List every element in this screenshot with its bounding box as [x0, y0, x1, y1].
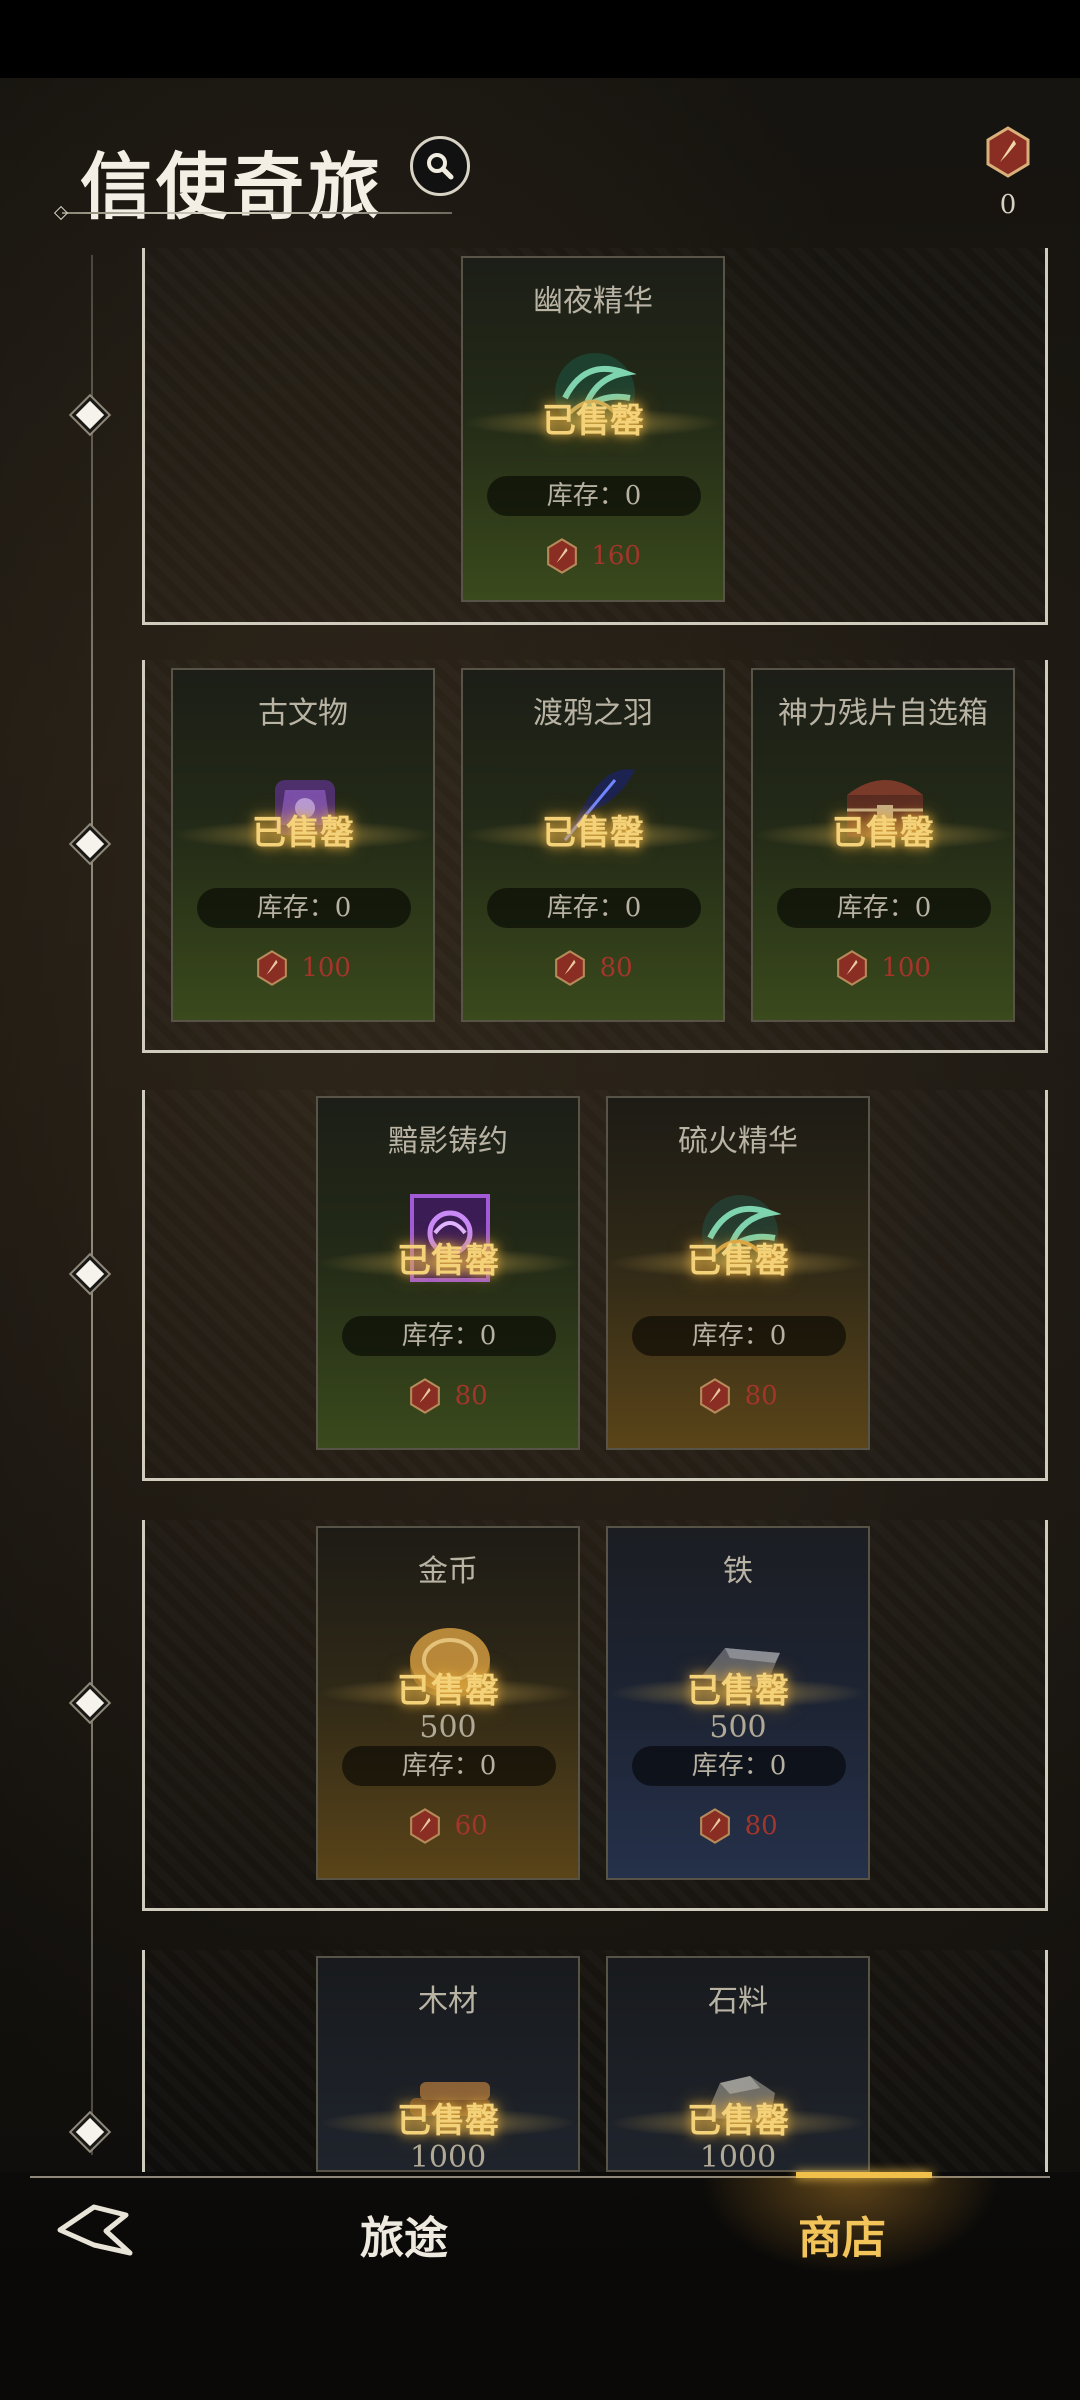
feather-token-icon: [257, 950, 287, 986]
back-button[interactable]: [54, 2195, 144, 2265]
price-value: 100: [301, 953, 351, 983]
item-amount: 1000: [699, 2140, 777, 2172]
price-value: 80: [599, 953, 633, 983]
currency-count: 0: [999, 190, 1017, 220]
item-price: 100: [173, 950, 433, 986]
item-name: 渡鸦之羽: [533, 696, 653, 731]
stock-label: 库存：0: [342, 1746, 556, 1786]
shop-tier-1: 幽夜精华 已售罄 库存：0 160: [142, 248, 1048, 625]
search-button[interactable]: [410, 136, 470, 196]
sold-out-label: 已售罄: [687, 2101, 789, 2141]
stock-label: 库存：0: [632, 1316, 846, 1356]
feather-token-icon: [837, 950, 867, 986]
feather-token-icon: [410, 1808, 441, 1844]
item-name: 神力残片自选箱: [778, 696, 988, 731]
stock-label: 库存：0: [777, 888, 991, 928]
sold-out-label: 已售罄: [542, 813, 644, 853]
item-name: 黯影铸约: [388, 1124, 508, 1159]
item-price: 80: [608, 1378, 868, 1414]
status-bar: [0, 0, 1080, 78]
feather-token-icon: [547, 538, 577, 574]
currency-display[interactable]: 0: [980, 126, 1036, 220]
price-value: 80: [454, 1381, 488, 1411]
tab-journey[interactable]: 旅途: [360, 2202, 448, 2266]
header: 信使奇旅 0: [0, 78, 1080, 248]
stock-label: 库存：0: [342, 1316, 556, 1356]
price-value: 80: [744, 1811, 778, 1841]
item-name: 木材: [418, 1984, 478, 2019]
item-name: 古文物: [258, 696, 348, 731]
feather-token-icon: [986, 126, 1030, 178]
shop-item-card[interactable]: 黯影铸约 已售罄 库存：0 80: [316, 1096, 580, 1450]
price-value: 80: [744, 1381, 778, 1411]
item-amount: 500: [709, 1710, 767, 1745]
item-price: 160: [463, 538, 723, 574]
item-name: 硫火精华: [678, 1124, 798, 1159]
feather-token-icon: [700, 1808, 731, 1844]
title-underline: [62, 212, 452, 214]
item-price: 80: [318, 1378, 578, 1414]
shop-item-card[interactable]: 金币 已售罄 500 库存：0 60: [316, 1526, 580, 1880]
item-price: 80: [463, 950, 723, 986]
active-tab-indicator: [796, 2172, 932, 2178]
item-name: 幽夜精华: [533, 284, 653, 319]
shop-tier-4: 金币 已售罄 500 库存：0 60 铁 已售罄 500 库存：0 80: [142, 1520, 1048, 1911]
sold-out-label: 已售罄: [397, 1241, 499, 1281]
item-price: 100: [753, 950, 1013, 986]
shop-item-card[interactable]: 幽夜精华 已售罄 库存：0 160: [461, 256, 725, 602]
feather-token-icon: [410, 1378, 441, 1414]
shop-item-card[interactable]: 石料 已售罄 1000: [606, 1956, 870, 2172]
feather-token-icon: [555, 950, 586, 986]
stock-label: 库存：0: [197, 888, 411, 928]
feather-token-icon: [700, 1378, 731, 1414]
item-amount: 1000: [409, 2140, 487, 2172]
item-amount: 500: [419, 1710, 477, 1745]
sold-out-label: 已售罄: [397, 2101, 499, 2141]
shop-item-card[interactable]: 铁 已售罄 500 库存：0 80: [606, 1526, 870, 1880]
price-value: 100: [881, 953, 931, 983]
stock-label: 库存：0: [632, 1746, 846, 1786]
price-value: 160: [591, 541, 641, 571]
item-price: 60: [318, 1808, 578, 1844]
stock-label: 库存：0: [487, 476, 701, 516]
shop-tier-2: 古文物 已售罄 库存：0 100 渡鸦之羽 已售罄 库存：0 80 神力残片自选…: [142, 660, 1048, 1053]
shop-item-card[interactable]: 木材 已售罄 1000: [316, 1956, 580, 2172]
shop-item-card[interactable]: 渡鸦之羽 已售罄 库存：0 80: [461, 668, 725, 1022]
item-name: 金币: [418, 1554, 478, 1589]
shop-item-card[interactable]: 古文物 已售罄 库存：0 100: [171, 668, 435, 1022]
back-arrow-icon: [57, 2204, 133, 2256]
sold-out-label: 已售罄: [252, 813, 354, 853]
sold-out-label: 已售罄: [397, 1671, 499, 1711]
shop-tier-3: 黯影铸约 已售罄 库存：0 80 硫火精华 已售罄 库存：0 80: [142, 1090, 1048, 1481]
page-title: 信使奇旅: [80, 144, 385, 229]
shop-item-card[interactable]: 神力残片自选箱 已售罄 库存：0 100: [751, 668, 1015, 1022]
search-icon: [427, 153, 454, 180]
price-value: 60: [454, 1811, 488, 1841]
shop-tier-5: 木材 已售罄 1000 石料 已售罄 1000: [142, 1950, 1048, 2172]
sold-out-label: 已售罄: [542, 401, 644, 441]
tab-shop[interactable]: 商店: [798, 2202, 886, 2266]
item-name: 铁: [723, 1554, 753, 1589]
shop-item-card[interactable]: 硫火精华 已售罄 库存：0 80: [606, 1096, 870, 1450]
timeline-line: [91, 255, 93, 2155]
sold-out-label: 已售罄: [687, 1671, 789, 1711]
sold-out-label: 已售罄: [687, 1241, 789, 1281]
item-name: 石料: [708, 1984, 768, 2019]
stock-label: 库存：0: [487, 888, 701, 928]
sold-out-label: 已售罄: [832, 813, 934, 853]
item-price: 80: [608, 1808, 868, 1844]
